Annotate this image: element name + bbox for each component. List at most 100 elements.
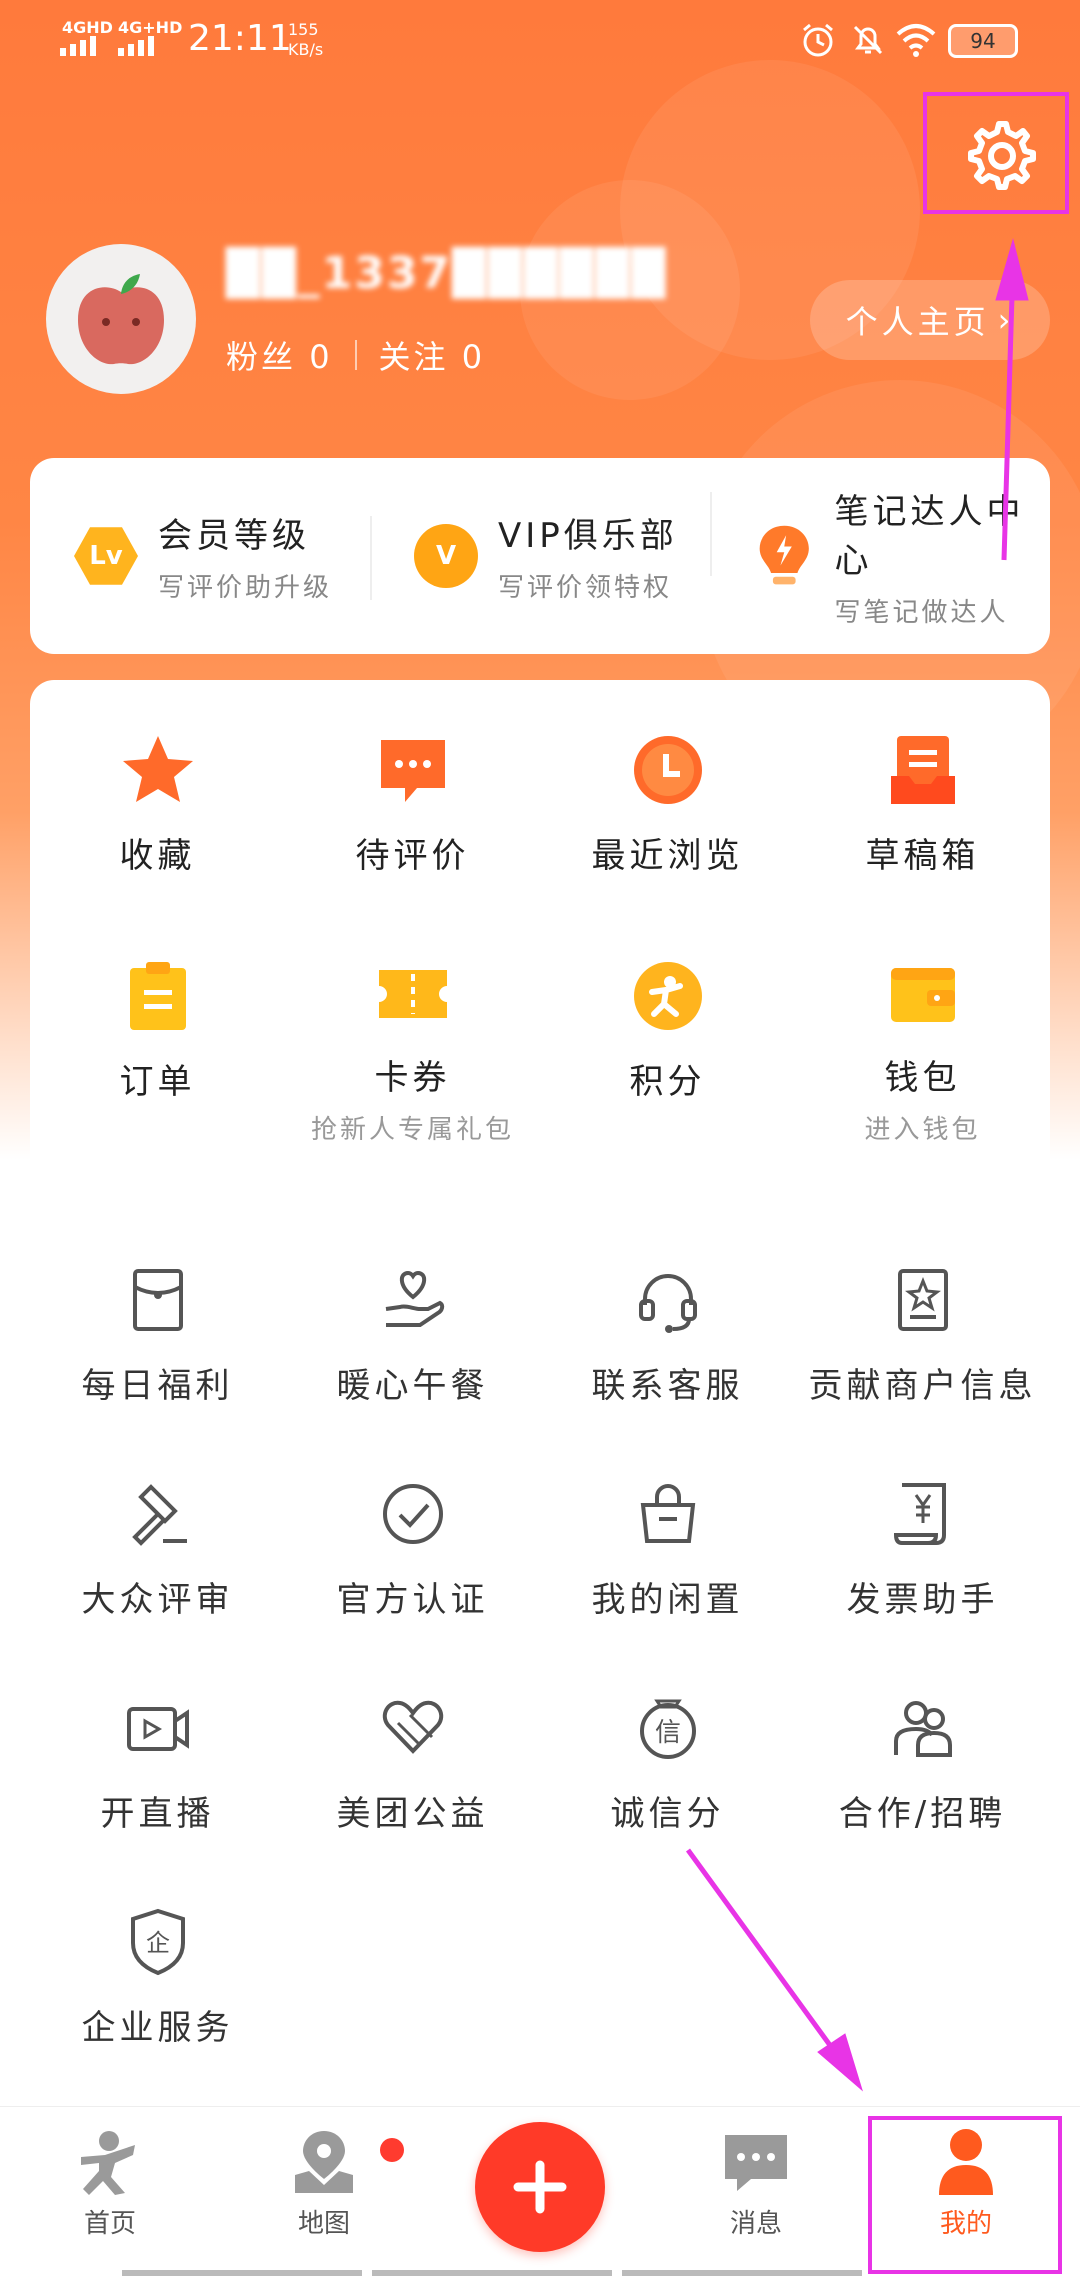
signal-icon-2 xyxy=(118,36,154,56)
home-mascot-icon xyxy=(81,2131,135,2195)
quick-recent-browse[interactable]: 最近浏览 xyxy=(540,730,795,900)
nav-map-label: 地图 xyxy=(297,2209,350,2239)
nav-messages[interactable]: 消息 xyxy=(676,2127,836,2240)
quick-sublabel: 进入钱包 xyxy=(864,1115,981,1145)
homepage-button[interactable]: 个人主页 › xyxy=(810,280,1050,360)
alarm-icon xyxy=(803,23,833,57)
network-label-2: 4G+HD xyxy=(118,18,183,37)
service-label: 每日福利 xyxy=(81,1366,234,1406)
note-creator-item[interactable]: 笔记达人中心 写笔记做达人 xyxy=(710,484,1050,629)
service-customer-support[interactable]: 联系客服 xyxy=(540,1260,795,1424)
status-bar: 4GHD 4G+HD 21:11 155 KB/s 94 xyxy=(0,0,1080,80)
quick-sublabel: 抢新人专属礼包 xyxy=(310,1115,514,1145)
svg-text:信: 信 xyxy=(654,1718,680,1748)
plus-icon xyxy=(513,2160,567,2214)
nav-home[interactable]: 首页 xyxy=(30,2127,190,2240)
quick-pending-review[interactable]: 待评价 xyxy=(285,730,540,900)
quick-label: 最近浏览 xyxy=(591,836,744,876)
vip-badge-icon: V xyxy=(414,524,478,588)
service-label: 合作/招聘 xyxy=(838,1794,1007,1834)
service-label: 官方认证 xyxy=(336,1580,489,1620)
follow-count: 0 xyxy=(461,338,486,376)
quick-wallet[interactable]: 钱包 进入钱包 xyxy=(795,956,1050,1145)
apple-avatar-icon xyxy=(78,274,164,365)
quick-favorites[interactable]: 收藏 xyxy=(30,730,285,900)
credit-icon: 信 xyxy=(639,1699,696,1759)
order-icon xyxy=(129,962,186,1030)
verified-icon xyxy=(382,1484,443,1544)
fans-stat[interactable]: 粉丝 0 xyxy=(226,332,333,378)
service-meituan-charity[interactable]: 美团公益 xyxy=(285,1688,540,1852)
member-level-item[interactable]: Lv 会员等级 写评价助升级 xyxy=(30,508,370,604)
ticket-icon xyxy=(378,970,447,1018)
quick-orders[interactable]: 订单 xyxy=(30,956,285,1126)
service-credit-score[interactable]: 信 诚信分 xyxy=(540,1688,795,1852)
service-invoice-assistant[interactable]: 发票助手 xyxy=(795,1474,1050,1638)
service-my-secondhand[interactable]: 我的闲置 xyxy=(540,1474,795,1638)
service-label: 美团公益 xyxy=(336,1794,489,1834)
wifi-icon xyxy=(896,24,936,57)
gesture-bar-2 xyxy=(372,2270,612,2276)
service-public-review[interactable]: 大众评审 xyxy=(30,1474,285,1638)
speed-unit: KB/s xyxy=(288,40,324,59)
mine-annotation-box xyxy=(868,2116,1062,2274)
membership-card: Lv 会员等级 写评价助升级 V VIP俱乐部 写评价领特权 笔记达人中心 写笔… xyxy=(30,458,1050,654)
username[interactable]: ██_1337██████ xyxy=(226,248,667,299)
enterprise-icon: 企 xyxy=(130,1908,185,1976)
vip-club-subtitle: 写评价领特权 xyxy=(498,573,673,603)
speed-value: 155 xyxy=(288,20,319,39)
wallet-icon xyxy=(890,968,955,1022)
message-icon xyxy=(725,2135,787,2191)
nav-home-label: 首页 xyxy=(83,2209,136,2239)
nav-map[interactable]: 地图 xyxy=(244,2127,404,2240)
merchant-info-icon xyxy=(897,1269,948,1331)
headset-icon xyxy=(638,1274,697,1333)
draft-box-icon xyxy=(890,736,955,804)
service-label: 我的闲置 xyxy=(591,1580,744,1620)
vip-club-title: VIP俱乐部 xyxy=(498,516,678,556)
quick-drafts[interactable]: 草稿箱 xyxy=(795,730,1050,900)
battery-indicator: 94 xyxy=(948,24,1018,58)
stats-divider xyxy=(354,340,357,370)
service-label: 贡献商户信息 xyxy=(808,1366,1037,1406)
note-creator-title: 笔记达人中心 xyxy=(834,491,1025,581)
service-daily-benefits[interactable]: 每日福利 xyxy=(30,1260,285,1424)
network-speed: 155 KB/s xyxy=(288,20,323,60)
vip-club-item[interactable]: V VIP俱乐部 写评价领特权 xyxy=(370,508,710,604)
quick-label: 积分 xyxy=(629,1062,706,1102)
mute-bell-icon xyxy=(853,25,883,55)
charity-icon xyxy=(382,1700,443,1754)
lightbulb-icon xyxy=(759,525,809,585)
gesture-bar-1 xyxy=(122,2270,362,2276)
service-merchant-info[interactable]: 贡献商户信息 xyxy=(795,1260,1050,1424)
service-cooperation-recruit[interactable]: 合作/招聘 xyxy=(795,1688,1050,1852)
points-icon xyxy=(633,962,702,1030)
star-icon xyxy=(122,736,193,802)
service-label: 诚信分 xyxy=(610,1794,725,1834)
quick-label: 订单 xyxy=(119,1062,196,1102)
service-warm-lunch[interactable]: 暖心午餐 xyxy=(285,1260,540,1424)
quick-label: 卡券 xyxy=(374,1058,451,1098)
follow-stat[interactable]: 关注 0 xyxy=(379,332,486,378)
service-go-live[interactable]: 开直播 xyxy=(30,1688,285,1852)
follow-label: 关注 xyxy=(378,338,449,376)
services-card: 每日福利 暖心午餐 联系客服 贡献商户信息 大众评审 官方认证 我的闲置 发票助… xyxy=(30,1210,1050,2086)
service-label: 暖心午餐 xyxy=(336,1366,489,1406)
quick-actions-card: 收藏 待评价 最近浏览 草稿箱 订单 卡券 抢新人专属礼包 积分 钱包 进入钱包 xyxy=(30,680,1050,1182)
avatar[interactable] xyxy=(46,244,196,394)
quick-points[interactable]: 积分 xyxy=(540,956,795,1126)
gavel-icon xyxy=(131,1484,187,1546)
service-official-verification[interactable]: 官方认证 xyxy=(285,1474,540,1638)
quick-coupons[interactable]: 卡券 抢新人专属礼包 xyxy=(285,956,540,1145)
quick-label: 收藏 xyxy=(119,836,196,876)
service-enterprise[interactable]: 企 企业服务 xyxy=(30,1902,285,2066)
nav-messages-label: 消息 xyxy=(729,2209,782,2239)
clock-icon xyxy=(633,736,702,804)
red-envelope-icon xyxy=(132,1269,183,1331)
invoice-icon xyxy=(893,1483,946,1545)
heart-hand-icon xyxy=(385,1270,444,1327)
settings-annotation-box xyxy=(923,92,1069,214)
publish-plus-button[interactable] xyxy=(475,2122,605,2252)
chevron-right-icon: › xyxy=(997,301,1015,339)
quick-label: 钱包 xyxy=(884,1058,961,1098)
